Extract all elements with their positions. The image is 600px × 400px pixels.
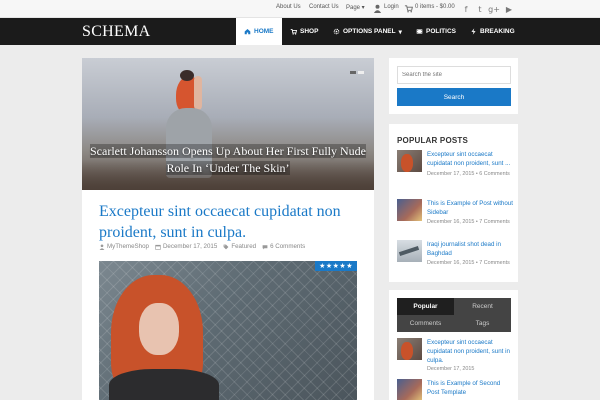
top-bar: About Us Contact Us Page ▾ Login 0 items…: [0, 0, 600, 18]
main-content: Scarlett Johansson Opens Up About Her Fi…: [82, 58, 374, 400]
facebook-icon[interactable]: f: [459, 2, 473, 16]
nav-options-panel-label: OPTIONS PANEL: [343, 28, 396, 35]
rating-stars: ★★★★★: [315, 261, 357, 271]
about-link[interactable]: About Us: [276, 4, 301, 10]
calendar-icon: [155, 244, 161, 250]
tab-thumb-1[interactable]: [397, 338, 422, 360]
tab-tags[interactable]: Tags: [454, 315, 511, 332]
thumbnail-shoulder: [109, 369, 219, 400]
cart-icon: [404, 4, 413, 13]
comment-icon: [262, 244, 268, 249]
slider-photo-arm: [194, 76, 202, 110]
slider-photo-bun: [180, 70, 194, 81]
popular-post-meta: December 16, 2015 • 7 Comments: [427, 219, 510, 225]
slider-dot-2[interactable]: [358, 71, 364, 74]
popular-thumb-2[interactable]: [397, 199, 422, 221]
tab-comments[interactable]: Comments: [397, 315, 454, 332]
popular-thumb-3[interactable]: [397, 240, 422, 262]
popular-post-meta: December 16, 2015 • 7 Comments: [427, 260, 510, 266]
user-icon: [373, 4, 382, 13]
featured-slider[interactable]: Scarlett Johansson Opens Up About Her Fi…: [82, 58, 374, 190]
google-plus-icon[interactable]: g+: [487, 2, 501, 16]
popular-thumb-1[interactable]: [397, 150, 422, 172]
popular-post-title[interactable]: This is Example of Post without Sidebar: [427, 199, 513, 217]
post-thumbnail[interactable]: ★★★★★: [99, 261, 357, 400]
post-comments[interactable]: 6 Comments: [262, 243, 305, 250]
home-icon: [244, 29, 251, 35]
login-link[interactable]: Login: [384, 4, 399, 10]
slider-caption-text: Scarlett Johansson Opens Up About Her Fi…: [90, 144, 366, 175]
list-item[interactable]: Excepteur sint occaecat cupidatat non pr…: [397, 150, 515, 192]
film-icon: [416, 29, 423, 34]
gear-icon: [333, 28, 340, 35]
post-category-text: Featured: [231, 243, 257, 250]
slider-dot-1[interactable]: [350, 71, 356, 74]
user-icon: [99, 243, 105, 250]
cart-summary[interactable]: 0 items - $0.00: [415, 4, 455, 10]
bolt-icon: [471, 28, 476, 35]
youtube-glyph: ▶: [505, 4, 513, 14]
slider-pagination[interactable]: [350, 71, 364, 74]
list-item[interactable]: This is Example of Second Post Template: [397, 379, 515, 400]
popular-post-meta: December 17, 2015 • 6 Comments: [427, 171, 510, 177]
facebook-glyph: f: [464, 4, 468, 14]
slider-caption[interactable]: Scarlett Johansson Opens Up About Her Fi…: [82, 143, 374, 177]
tab-recent[interactable]: Recent: [454, 298, 511, 315]
tab-post-meta: December 17, 2015: [427, 366, 475, 372]
thumb-hair: [401, 154, 413, 172]
post-date-text: December 17, 2015: [162, 243, 218, 250]
post-title[interactable]: Excepteur sint occaecat cupidatat non pr…: [99, 201, 359, 243]
popular-posts-widget: POPULAR POSTS Excepteur sint occaecat cu…: [389, 124, 518, 282]
post-category[interactable]: Featured: [223, 243, 256, 250]
post-author[interactable]: MyThemeShop: [99, 243, 149, 250]
post-author-text: MyThemeShop: [107, 243, 149, 250]
search-input[interactable]: [397, 66, 511, 84]
tab-popular[interactable]: Popular: [397, 298, 454, 315]
tab-bar: Popular Recent Comments Tags: [397, 298, 511, 332]
tab-post-title[interactable]: This is Example of Second Post Template: [427, 379, 513, 397]
page-menu-label: Page: [346, 5, 361, 11]
nav-breaking[interactable]: BREAKING: [470, 18, 515, 45]
nav-home-label: HOME: [254, 28, 274, 35]
twitter-glyph: t: [478, 4, 482, 14]
nav-politics[interactable]: POLITICS: [416, 18, 456, 45]
thumbnail-face: [139, 303, 179, 355]
popular-post-title[interactable]: Iraqi journalist shot dead in Baghdad: [427, 240, 513, 258]
tab-thumb-2[interactable]: [397, 379, 422, 400]
popular-post-title[interactable]: Excepteur sint occaecat cupidatat non pr…: [427, 150, 513, 168]
post-date: December 17, 2015: [155, 243, 217, 250]
chevron-down-icon: ▾: [398, 28, 402, 36]
popular-posts-title: POPULAR POSTS: [397, 136, 469, 145]
tab-post-title[interactable]: Excepteur sint occaecat cupidatat non pr…: [427, 338, 513, 365]
google-plus-glyph: g+: [488, 4, 500, 14]
nav-breaking-label: BREAKING: [480, 28, 515, 35]
twitter-icon[interactable]: t: [473, 2, 487, 16]
contact-link[interactable]: Contact Us: [309, 4, 339, 10]
site-logo[interactable]: SCHEMA: [82, 23, 150, 41]
nav-shop[interactable]: SHOP: [290, 18, 318, 45]
post-comments-text: 6 Comments: [270, 243, 306, 250]
list-item[interactable]: Iraqi journalist shot dead in Baghdad De…: [397, 240, 515, 280]
nav-options-panel[interactable]: OPTIONS PANEL ▾: [333, 18, 402, 45]
page-menu[interactable]: Page ▾: [346, 4, 365, 11]
nav-home[interactable]: HOME: [236, 18, 282, 45]
list-item[interactable]: This is Example of Post without Sidebar …: [397, 199, 515, 239]
search-button[interactable]: Search: [397, 88, 511, 106]
youtube-icon[interactable]: ▶: [502, 2, 516, 16]
thumb-plane: [398, 246, 420, 256]
thumb-hair: [401, 342, 413, 360]
tag-icon: [223, 244, 229, 249]
nav-shop-label: SHOP: [300, 28, 319, 35]
post-meta: MyThemeShop December 17, 2015 Featured 6…: [99, 243, 305, 250]
list-item[interactable]: Excepteur sint occaecat cupidatat non pr…: [397, 338, 515, 372]
cart-icon: [290, 28, 297, 35]
nav-politics-label: POLITICS: [426, 28, 456, 35]
